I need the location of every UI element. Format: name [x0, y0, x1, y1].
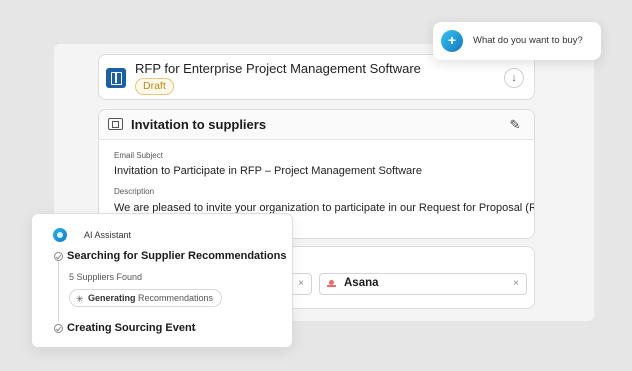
email-subject-value[interactable]: Invitation to Participate in RFP – Proje… — [114, 165, 422, 177]
remove-supplier-icon[interactable]: × — [513, 278, 519, 289]
suppliers-found-text: 5 Suppliers Found — [69, 272, 143, 282]
remove-supplier-icon[interactable]: × — [298, 278, 304, 289]
document-icon — [106, 68, 126, 88]
megaphone-icon — [108, 118, 123, 130]
step-create-event[interactable]: Creating Sourcing Event — [67, 322, 195, 334]
supplier-chip-asana[interactable]: Asana × — [319, 273, 527, 295]
sparkle-icon: ✳ — [76, 294, 84, 304]
status-badge: Draft — [135, 78, 174, 95]
step-connector — [58, 261, 59, 321]
buy-prompt-text[interactable]: What do you want to buy? — [473, 35, 583, 46]
plus-sparkle-icon: + — [441, 30, 463, 52]
buy-prompt-bubble[interactable]: + What do you want to buy? — [433, 22, 601, 60]
supplier-name: Asana — [344, 277, 379, 289]
ai-assistant-label: AI Assistant — [84, 230, 132, 240]
generating-pill: ✳ Generating Recommendations — [69, 289, 223, 307]
check-circle-icon — [54, 252, 63, 261]
generating-label: Generating — [88, 293, 136, 303]
arrow-down-icon: ↓ — [511, 72, 517, 84]
ai-assistant-icon — [53, 228, 67, 242]
step-search-suppliers: Searching for Supplier Recommendations — [67, 250, 287, 262]
ai-assistant-panel: AI Assistant Searching for Supplier Reco… — [31, 213, 293, 348]
download-button[interactable]: ↓ — [504, 68, 524, 88]
chevron-down-icon[interactable]: ⌄ — [190, 323, 198, 334]
asana-logo-icon — [327, 280, 336, 289]
description-label: Description — [114, 187, 155, 196]
check-circle-icon — [54, 324, 63, 333]
invitation-header: Invitation to suppliers ✎ — [99, 110, 534, 140]
pencil-icon[interactable]: ✎ — [508, 117, 522, 132]
invitation-title: Invitation to suppliers — [131, 117, 267, 132]
generating-rest: Recommendations — [135, 293, 214, 303]
rfp-card[interactable]: RFP for Enterprise Project Management So… — [98, 54, 535, 100]
email-subject-label: Email Subject — [114, 151, 163, 160]
rfp-title: RFP for Enterprise Project Management So… — [135, 61, 421, 76]
